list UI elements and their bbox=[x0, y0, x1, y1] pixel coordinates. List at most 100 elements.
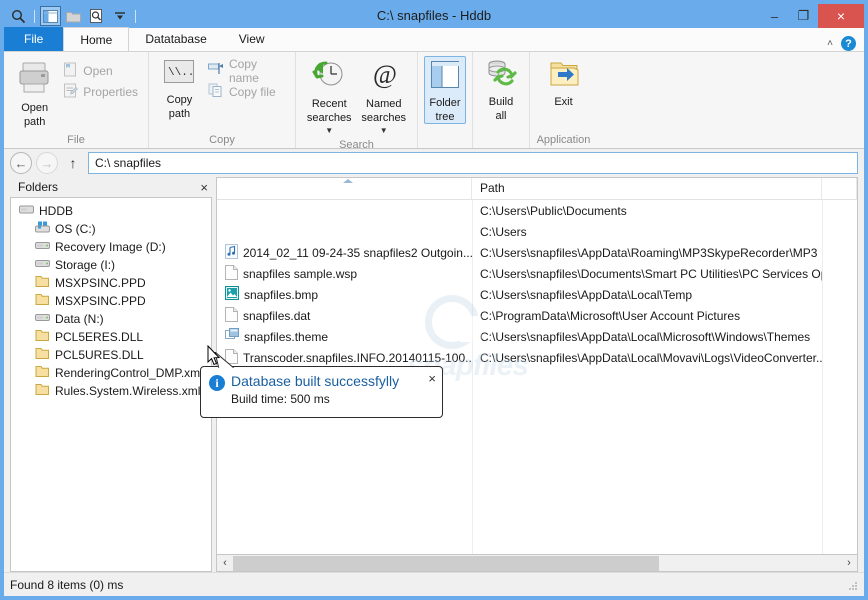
folder-icon bbox=[35, 365, 50, 381]
open-path-button[interactable]: Open path bbox=[10, 56, 59, 128]
scrollbar-thumb[interactable] bbox=[233, 555, 659, 571]
popup-content: i Database built successfylly Build time… bbox=[201, 367, 442, 406]
tree-item-storage-i[interactable]: Storage (I:) bbox=[11, 256, 211, 274]
copy-name-button[interactable]: Copy name bbox=[204, 57, 289, 85]
tree-item-label: Recovery Image (D:) bbox=[55, 240, 166, 254]
named-searches-at-icon: @ bbox=[367, 59, 401, 96]
ribbon-tabs: File Home Datatabase View ˄ ? bbox=[4, 27, 864, 52]
folder-icon bbox=[35, 293, 50, 309]
table-row[interactable]: snapfiles sample.wsp C:\Users\snapfiles\… bbox=[217, 263, 857, 284]
chevron-down-icon[interactable] bbox=[109, 6, 130, 26]
ribbon: Open path Open Properties File \\.. Copy… bbox=[4, 52, 864, 151]
recent-searches-label-2-text: searches bbox=[306, 112, 352, 124]
column-header-extra[interactable] bbox=[822, 178, 857, 199]
title-bar: C:\ snapfiles - Hddb – ❐ × bbox=[4, 4, 864, 28]
tree-item-label: Storage (I:) bbox=[55, 258, 116, 272]
collapse-ribbon-icon[interactable]: ˄ bbox=[827, 38, 833, 49]
build-all-button[interactable]: Build all bbox=[479, 56, 523, 122]
folder-icon[interactable] bbox=[63, 6, 84, 26]
forward-button[interactable]: → bbox=[36, 152, 58, 174]
folder-icon bbox=[35, 383, 50, 399]
address-input[interactable]: C:\ snapfiles bbox=[88, 152, 858, 174]
tree-item-renderingcontrol-dmp-xml[interactable]: RenderingControl_DMP.xml bbox=[11, 364, 211, 382]
copy-path-button[interactable]: \\... Copy path bbox=[155, 56, 204, 120]
folder-tree-icon[interactable] bbox=[40, 6, 61, 26]
tree-item-msxpsinc-ppd-1[interactable]: MSXPSINC.PPD bbox=[11, 274, 211, 292]
back-button[interactable]: ← bbox=[10, 152, 32, 174]
ribbon-group-copy: \\... Copy path Copy name bbox=[149, 52, 296, 148]
tree-item-pcl5ures-dll[interactable]: PCL5URES.DLL bbox=[11, 346, 211, 364]
quick-access-toolbar bbox=[4, 5, 139, 27]
open-button[interactable]: Open bbox=[59, 60, 142, 81]
tree-item-pcl5eres-dll[interactable]: PCL5ERES.DLL bbox=[11, 328, 211, 346]
horizontal-scrollbar[interactable]: ‹ › bbox=[216, 555, 858, 572]
info-icon: i bbox=[209, 375, 225, 391]
open-icon bbox=[63, 62, 78, 80]
file-path-cell: C:\ProgramData\Microsoft\User Account Pi… bbox=[480, 308, 741, 323]
tab-file[interactable]: File bbox=[4, 27, 64, 51]
open-path-label-2: path bbox=[23, 116, 46, 128]
tab-home[interactable]: Home bbox=[63, 27, 130, 51]
table-row[interactable]: snapfiles.bmp C:\Users\snapfiles\AppData… bbox=[217, 284, 857, 305]
tree-item-label: RenderingControl_DMP.xml bbox=[55, 366, 203, 380]
tree-item-rules-system-wireless-xml[interactable]: Rules.System.Wireless.xml bbox=[11, 382, 211, 400]
tree-item-label: MSXPSINC.PPD bbox=[55, 294, 146, 308]
qat-separator bbox=[34, 9, 35, 23]
chevron-down-icon-2[interactable]: ▼ bbox=[380, 126, 388, 135]
open-path-label-1: Open bbox=[21, 102, 49, 114]
table-row[interactable]: C:\Users\Public\Documents bbox=[217, 200, 857, 221]
table-row[interactable]: C:\Users bbox=[217, 221, 857, 242]
tab-datatabase[interactable]: Datatabase bbox=[129, 27, 222, 51]
tree-item-hddb[interactable]: HDDB bbox=[11, 202, 211, 220]
named-searches-label-2-text: searches bbox=[361, 112, 407, 124]
search-icon[interactable] bbox=[8, 6, 29, 26]
close-icon[interactable]: × bbox=[200, 180, 208, 195]
folder-tree-button[interactable]: Folder tree bbox=[424, 56, 466, 124]
up-button[interactable]: ↑ bbox=[62, 152, 84, 174]
audio-file-icon bbox=[225, 243, 238, 262]
resize-grip-icon[interactable] bbox=[846, 579, 858, 591]
copy-file-label: Copy file bbox=[228, 84, 276, 99]
tree-item-os-c[interactable]: OS (C:) bbox=[11, 220, 211, 238]
scrollbar-track[interactable] bbox=[233, 555, 841, 571]
scroll-right-icon[interactable]: › bbox=[841, 557, 857, 569]
file-path-cell: C:\Users\snapfiles\AppData\Local\Microso… bbox=[480, 329, 811, 344]
ribbon-group-foldertree: Folder tree bbox=[418, 52, 473, 148]
table-row[interactable]: snapfiles.theme C:\Users\snapfiles\AppDa… bbox=[217, 326, 857, 347]
file-path-cell: C:\Users\snapfiles\Documents\Smart PC Ut… bbox=[480, 266, 822, 281]
named-searches-button[interactable]: @ Named searches ▼ bbox=[357, 56, 412, 137]
scroll-left-icon[interactable]: ‹ bbox=[217, 557, 233, 569]
image-file-icon bbox=[224, 286, 240, 303]
column-header-name[interactable] bbox=[217, 178, 472, 199]
file-name-cell: snapfiles.dat bbox=[217, 306, 472, 325]
minimize-button[interactable]: – bbox=[760, 4, 789, 28]
close-icon[interactable]: × bbox=[428, 371, 436, 386]
folder-tree-label-2: tree bbox=[435, 111, 455, 123]
file-path-cell: C:\Users\Public\Documents bbox=[480, 203, 627, 218]
copy-file-button[interactable]: Copy file bbox=[204, 81, 289, 102]
file-name-cell: snapfiles sample.wsp bbox=[217, 264, 472, 283]
drive-icon bbox=[19, 203, 34, 219]
tree-item-data-n[interactable]: Data (N:) bbox=[11, 310, 211, 328]
tab-view[interactable]: View bbox=[223, 27, 281, 51]
help-icon[interactable]: ? bbox=[841, 36, 856, 51]
table-row[interactable]: 2014_02_11 09-24-35 snapfiles2 Outgoin..… bbox=[217, 242, 857, 263]
find-file-icon[interactable] bbox=[86, 6, 107, 26]
close-button[interactable]: × bbox=[818, 4, 864, 28]
exit-folder-arrow-icon bbox=[548, 59, 580, 94]
copy-name-icon bbox=[207, 62, 224, 79]
maximize-button[interactable]: ❐ bbox=[789, 4, 818, 28]
tree-item-msxpsinc-ppd-2[interactable]: MSXPSINC.PPD bbox=[11, 292, 211, 310]
tree-item-recovery-image-d[interactable]: Recovery Image (D:) bbox=[11, 238, 211, 256]
copy-path-unc-icon: \\... bbox=[162, 59, 201, 92]
column-header-path[interactable]: Path bbox=[472, 178, 822, 199]
exit-button[interactable]: Exit bbox=[538, 56, 590, 108]
recent-searches-button[interactable]: Recent searches ▼ bbox=[302, 56, 357, 137]
properties-button[interactable]: Properties bbox=[59, 81, 142, 102]
app-window: C:\ snapfiles - Hddb – ❐ × File Home Dat… bbox=[0, 0, 868, 600]
table-row[interactable]: snapfiles.dat C:\ProgramData\Microsoft\U… bbox=[217, 305, 857, 326]
chevron-down-icon[interactable]: ▼ bbox=[325, 126, 333, 135]
table-row[interactable]: Transcoder.snapfiles.INFO.20140115-100..… bbox=[217, 347, 857, 368]
file-path-cell: C:\Users\snapfiles\AppData\Local\Movavi\… bbox=[480, 350, 822, 365]
address-bar: ← → ↑ C:\ snapfiles bbox=[4, 149, 864, 177]
